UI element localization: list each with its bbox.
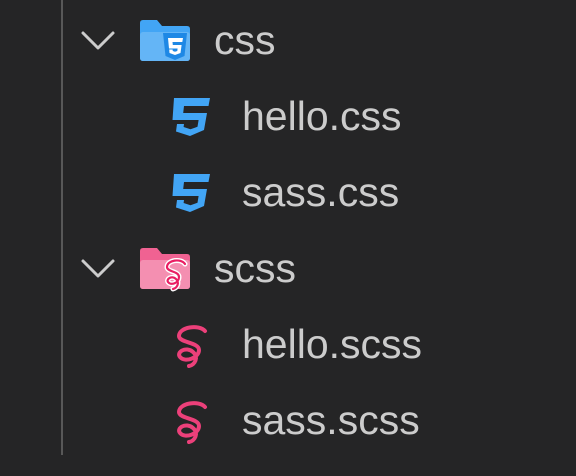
- css3-icon: [172, 98, 210, 136]
- file-label: hello.scss: [242, 321, 423, 367]
- sass-icon: [176, 401, 207, 444]
- sass-folder-icon: [140, 248, 190, 292]
- css-folder-icon: [140, 20, 190, 61]
- chevron-down-icon[interactable]: [80, 25, 116, 55]
- file-row-hello-css[interactable]: hello.css: [0, 78, 576, 154]
- file-label: hello.css: [242, 93, 402, 139]
- chevron-down-icon[interactable]: [80, 253, 116, 283]
- folder-label: css: [214, 17, 276, 63]
- file-explorer-tree: css hello.css sass.css scss hello.scss s…: [0, 0, 576, 476]
- file-row-hello-scss[interactable]: hello.scss: [0, 306, 576, 382]
- css3-icon: [172, 174, 210, 212]
- file-row-sass-scss[interactable]: sass.scss: [0, 382, 576, 458]
- folder-row-scss[interactable]: scss: [0, 230, 576, 306]
- folder-row-css[interactable]: css: [0, 2, 576, 78]
- folder-label: scss: [214, 245, 296, 291]
- file-label: sass.scss: [242, 397, 420, 443]
- file-label: sass.css: [242, 169, 400, 215]
- file-row-sass-css[interactable]: sass.css: [0, 154, 576, 230]
- sass-icon: [176, 325, 207, 368]
